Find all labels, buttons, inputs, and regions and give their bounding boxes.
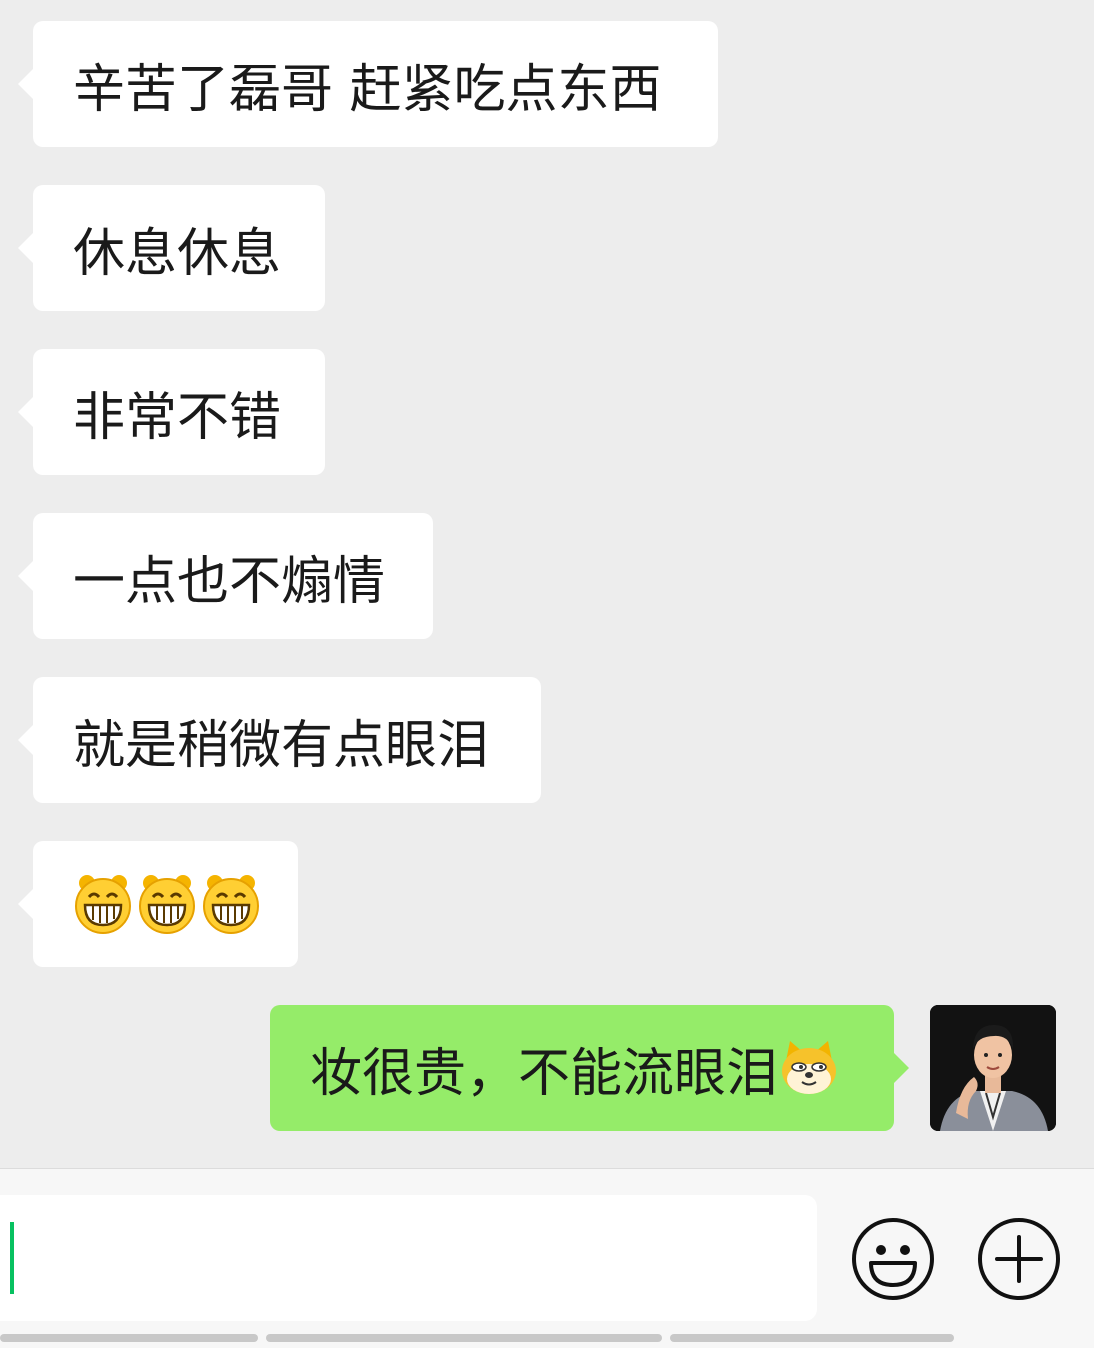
person-avatar-image bbox=[930, 1005, 1056, 1131]
message-bubble-incoming[interactable]: 非常不错 bbox=[18, 349, 325, 475]
message-text: 休息休息 bbox=[73, 223, 282, 284]
message-bubble-outgoing[interactable]: 妆很贵，不能流眼泪 bbox=[270, 1005, 909, 1131]
input-bar bbox=[0, 1168, 1094, 1348]
gesture-bar-segment bbox=[0, 1334, 258, 1342]
avatar[interactable] bbox=[930, 1005, 1056, 1131]
gesture-bar-segment bbox=[670, 1334, 954, 1342]
more-button[interactable] bbox=[977, 1217, 1061, 1301]
plus-icon bbox=[978, 1218, 1060, 1300]
gesture-bar-segment bbox=[266, 1334, 662, 1342]
message-bubble-incoming[interactable] bbox=[18, 841, 298, 967]
message-bubble-incoming[interactable]: 辛苦了磊哥 赶紧吃点东西 bbox=[18, 21, 718, 147]
message-bubble-incoming[interactable]: 一点也不煽情 bbox=[18, 513, 433, 639]
grin-emoji bbox=[75, 875, 131, 934]
message-text: 辛苦了磊哥 赶紧吃点东西 bbox=[73, 59, 662, 120]
smiley-icon bbox=[852, 1218, 934, 1300]
doge-emoji bbox=[782, 1041, 837, 1094]
message-bubble-incoming[interactable]: 休息休息 bbox=[18, 185, 325, 311]
grin-emoji bbox=[203, 875, 259, 934]
grin-emoji bbox=[139, 875, 195, 934]
emoji-button[interactable] bbox=[851, 1217, 935, 1301]
message-text: 非常不错 bbox=[73, 387, 282, 448]
message-text: 就是稍微有点眼泪 bbox=[73, 715, 490, 776]
message-text: 妆很贵，不能流眼泪 bbox=[310, 1043, 779, 1104]
message-bubble-incoming[interactable]: 就是稍微有点眼泪 bbox=[18, 677, 541, 803]
chat-area[interactable]: 辛苦了磊哥 赶紧吃点东西 休息休息 非常不错 一点也不煽情 就是稍微有点眼泪 妆… bbox=[0, 0, 1094, 1168]
message-input[interactable] bbox=[0, 1195, 817, 1321]
text-cursor bbox=[10, 1222, 14, 1294]
message-text: 一点也不煽情 bbox=[73, 551, 386, 612]
